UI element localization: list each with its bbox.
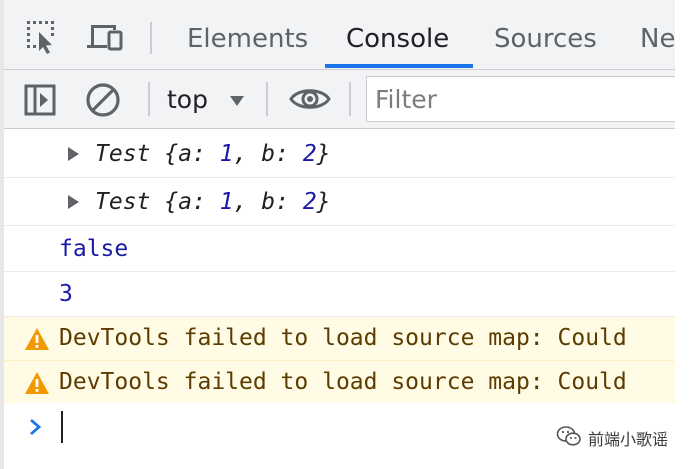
window-right-margin xyxy=(675,0,694,469)
toolbar-separator xyxy=(148,82,150,116)
tab-network[interactable]: Ne xyxy=(640,0,675,69)
number-value: 3 xyxy=(59,281,73,307)
warning-message: DevTools failed to load source map: Coul… xyxy=(59,369,627,395)
boolean-value: false xyxy=(59,236,129,262)
wechat-logo-icon xyxy=(556,425,582,451)
warning-message: DevTools failed to load source map: Coul… xyxy=(59,325,627,351)
object-preview: Test {a: 1, b: 2} xyxy=(95,189,331,215)
toolbar-separator xyxy=(349,82,351,116)
console-toolbar: top xyxy=(4,70,675,129)
tab-sources[interactable]: Sources xyxy=(494,0,597,69)
text-caret xyxy=(61,411,63,443)
device-toolbar-icon[interactable] xyxy=(82,17,123,57)
context-dropdown-caret-icon[interactable] xyxy=(229,92,245,111)
clear-console-icon[interactable] xyxy=(84,81,122,123)
prompt-chevron-icon xyxy=(28,417,42,441)
devtools-tab-bar: Elements Console Sources Ne xyxy=(4,0,675,70)
warning-icon xyxy=(24,371,50,401)
tab-elements[interactable]: Elements xyxy=(187,0,308,69)
console-log-row: false xyxy=(4,227,675,272)
warning-icon xyxy=(24,327,50,357)
object-preview: Test {a: 1, b: 2} xyxy=(95,141,331,167)
console-log-row[interactable]: Test {a: 1, b: 2} xyxy=(4,179,675,226)
console-warning-row[interactable]: DevTools failed to load source map: Coul… xyxy=(4,361,675,404)
console-warning-row[interactable]: DevTools failed to load source map: Coul… xyxy=(4,317,675,361)
console-sidebar-icon[interactable] xyxy=(22,82,58,122)
toolbar-separator xyxy=(266,82,268,116)
context-selector-label[interactable]: top xyxy=(167,70,208,129)
expand-triangle-icon[interactable] xyxy=(68,195,79,209)
console-log-row[interactable]: Test {a: 1, b: 2} xyxy=(4,131,675,178)
tab-console[interactable]: Console xyxy=(346,0,449,69)
watermark-text: 前端小歌谣 xyxy=(588,430,669,449)
watermark: 前端小歌谣 xyxy=(556,425,668,451)
console-filter-input[interactable] xyxy=(366,76,675,122)
live-expression-eye-icon[interactable] xyxy=(288,82,332,120)
tabbar-separator xyxy=(150,22,152,54)
console-log-row: 3 xyxy=(4,272,675,317)
inspect-element-icon[interactable] xyxy=(22,17,62,57)
expand-triangle-icon[interactable] xyxy=(68,147,79,161)
active-tab-indicator xyxy=(325,64,473,68)
